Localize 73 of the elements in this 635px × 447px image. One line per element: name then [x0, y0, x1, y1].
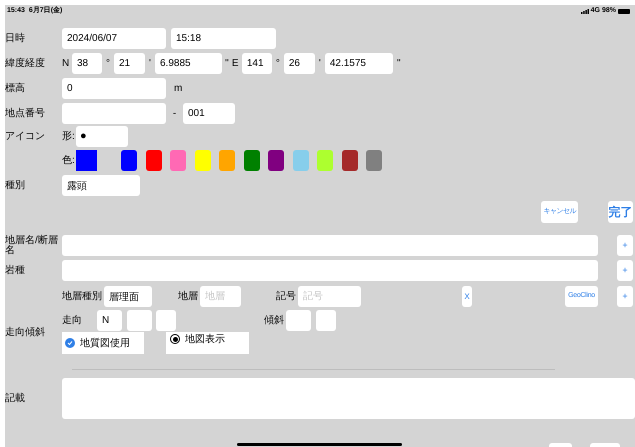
input-field[interactable]: 141	[242, 53, 272, 74]
color-swatch[interactable]	[292, 150, 308, 171]
field-label: E	[232, 57, 240, 71]
field-label: 地層種別	[62, 290, 103, 304]
input-field[interactable]: 0	[62, 78, 166, 99]
color-swatch[interactable]	[219, 150, 235, 171]
input-field[interactable]	[62, 260, 598, 281]
done-button[interactable]: 完了	[608, 201, 633, 223]
field-label: 色:	[62, 154, 76, 168]
input-field[interactable]: 001	[183, 103, 235, 124]
field-label: °	[274, 57, 281, 71]
input-field[interactable]: 記号	[298, 286, 361, 307]
add-button[interactable]: +	[617, 260, 633, 281]
field-label: N	[62, 57, 70, 71]
input-field[interactable]: 露頭	[62, 175, 140, 196]
input-field[interactable]: 26	[284, 53, 315, 74]
signal-icon	[580, 9, 589, 14]
field-label: 傾斜	[264, 314, 284, 328]
input-field[interactable]: 2024/06/07	[62, 28, 166, 49]
field-label: ''	[396, 57, 401, 71]
input-field[interactable]: 地層	[200, 286, 241, 307]
add-button[interactable]: +	[617, 286, 633, 307]
input-field[interactable]: 42.1575	[324, 53, 393, 74]
input-field[interactable]: 15:18	[171, 28, 276, 49]
field-label: アイコン	[5, 130, 46, 144]
field-label: °	[105, 57, 111, 71]
clear-button[interactable]: X	[462, 286, 472, 307]
color-swatch[interactable]	[268, 150, 284, 171]
radio-button[interactable]: 地図表示	[166, 332, 249, 354]
input-field[interactable]	[316, 310, 336, 330]
field-label: ''	[225, 57, 229, 71]
field-label: -	[172, 107, 178, 121]
field-label: 標高	[5, 82, 26, 96]
field-label: 形:	[62, 130, 76, 144]
color-swatch[interactable]	[194, 150, 210, 171]
input-field[interactable]	[286, 310, 311, 330]
add-button[interactable]: +	[617, 235, 633, 256]
input-field[interactable]	[127, 310, 152, 330]
input-field[interactable]: 38	[72, 53, 102, 74]
field-label: 岩種	[5, 264, 26, 278]
field-label: 緯度経度	[5, 56, 46, 71]
color-swatch[interactable]	[366, 150, 382, 171]
text-area[interactable]	[62, 378, 635, 419]
checkbox[interactable]: 地質図使用	[62, 332, 144, 354]
checkbox-label: 地質図使用	[80, 336, 130, 350]
battery-icon	[618, 9, 630, 14]
field-label: 種別	[5, 179, 26, 193]
color-swatch[interactable]	[244, 150, 260, 171]
shape-field[interactable]: ●	[76, 126, 128, 147]
input-field[interactable]	[156, 310, 176, 330]
color-swatch[interactable]	[121, 150, 137, 171]
color-swatch[interactable]	[170, 150, 186, 171]
field-label: 記載	[5, 392, 26, 406]
field-label: 地層名/断層名	[5, 236, 59, 256]
color-swatch[interactable]	[342, 150, 358, 171]
field-label: '	[318, 57, 322, 71]
field-label: 日時	[5, 32, 26, 46]
field-label: 地層	[178, 290, 199, 304]
field-label: 記号	[276, 290, 297, 304]
input-field[interactable]	[62, 103, 166, 124]
color-swatch[interactable]	[146, 150, 162, 171]
input-field[interactable]: 21	[114, 53, 145, 74]
input-field[interactable]	[62, 235, 598, 256]
field-label: 走向	[62, 314, 83, 328]
field-label: m	[174, 82, 182, 96]
input-field[interactable]: 層理面	[104, 286, 152, 307]
field-label: 走向傾斜	[5, 326, 45, 340]
input-field[interactable]: 6.9885	[155, 53, 222, 74]
radio-label: 地図表示	[185, 334, 225, 346]
color-swatch[interactable]	[317, 150, 333, 171]
field-label: '	[148, 57, 152, 71]
field-label: 地点番号	[5, 106, 46, 121]
input-field[interactable]: N	[97, 310, 122, 330]
